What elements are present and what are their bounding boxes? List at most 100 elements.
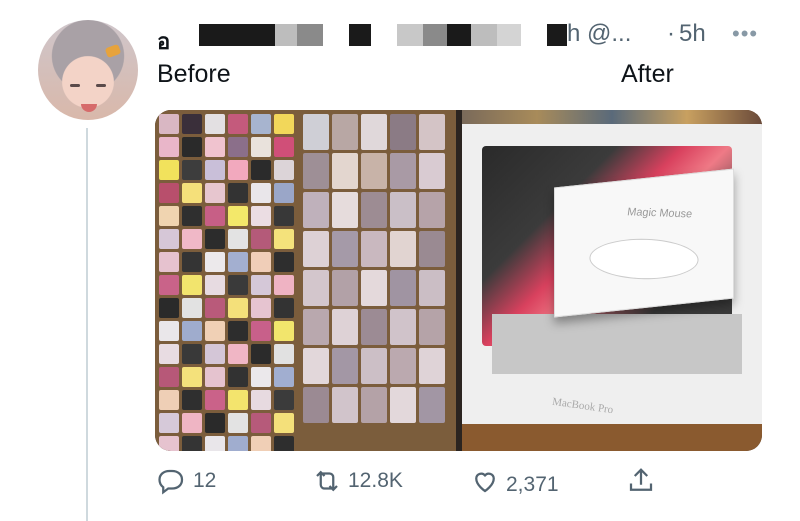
redacted-name-block [471,24,497,46]
photocard [361,270,387,306]
photocard [419,270,445,306]
retweet-count: 12.8K [348,469,403,492]
photocard [159,252,179,272]
photocard [419,114,445,150]
photocard [205,298,225,318]
photocard [251,183,271,203]
photocard [182,183,202,203]
photocard [205,160,225,180]
photocard [228,298,248,318]
photocard [419,348,445,384]
photocard [251,114,271,134]
photocard [303,153,329,189]
photocard [228,206,248,226]
photocard [274,114,294,134]
more-horizontal-icon[interactable]: ••• [732,23,758,45]
tweet-text-before: Before [157,60,231,88]
photocard [182,275,202,295]
photocard [182,206,202,226]
photocard [182,229,202,249]
share-button[interactable] [626,466,656,496]
photocard [159,344,179,364]
media-photo-before[interactable] [155,110,456,451]
like-button[interactable]: 2,371 [470,466,559,496]
redacted-name-block [447,24,471,46]
photocard [205,344,225,364]
photocard [159,298,179,318]
macbook-box-label: MacBook Pro [551,395,614,417]
photocard [228,413,248,433]
photocard [205,321,225,341]
photocard [182,413,202,433]
photocard [251,160,271,180]
photocard [182,252,202,272]
photocard [251,298,271,318]
photocard [228,137,248,157]
photocard [182,390,202,410]
photocard [228,321,248,341]
photocard [274,183,294,203]
photocard [182,436,202,451]
photocard-collection-right [303,114,445,423]
photocard [159,183,179,203]
photocard [182,367,202,387]
time-dot: · [667,20,675,47]
photocard [303,192,329,228]
photocard [361,231,387,267]
photocard [205,137,225,157]
photocard [332,153,358,189]
photocard [303,387,329,423]
tweet-time[interactable]: 5h [679,20,706,48]
retweet-icon [316,470,338,492]
photocard [303,114,329,150]
author-name[interactable]: อ [157,24,170,59]
photocard [274,436,294,451]
photocard [390,153,416,189]
photocard-collection-left [159,114,294,451]
photocard [361,192,387,228]
photocard [159,390,179,410]
photocard [303,348,329,384]
photocard [205,229,225,249]
photocard [228,114,248,134]
redacted-name-block [297,24,323,46]
tweet-header: อ h @... · 5h [157,20,767,54]
photocard [419,192,445,228]
photocard [205,114,225,134]
macbook-box: Magic Mouse MacBook Pro [462,124,762,424]
photocard [159,367,179,387]
tweet-actions: 12 12.8K 2,371 [0,466,800,506]
tweet-media[interactable]: Magic Mouse MacBook Pro [155,110,762,451]
avatar-hairpin [104,43,122,59]
photocard [205,390,225,410]
photocard [205,413,225,433]
photocard [251,137,271,157]
photocard [274,344,294,364]
magic-mouse-box: Magic Mouse [554,168,734,318]
photocard [205,206,225,226]
photocard [361,309,387,345]
photocard [251,321,271,341]
photocard [251,252,271,272]
photocard [159,275,179,295]
avatar[interactable] [38,20,138,120]
photocard [390,270,416,306]
photocard [303,309,329,345]
photocard [274,298,294,318]
photocard [228,275,248,295]
retweet-button[interactable]: 12.8K [312,466,403,496]
reply-button[interactable]: 12 [157,466,216,496]
photocard [182,160,202,180]
media-photo-after[interactable]: Magic Mouse MacBook Pro [462,110,762,451]
photocard [228,436,248,451]
photocard [274,137,294,157]
photocard [419,309,445,345]
redacted-name-block [397,24,423,46]
photocard [390,192,416,228]
photocard [182,344,202,364]
photocard [303,231,329,267]
avatar-eye [96,84,106,87]
photocard [251,436,271,451]
photocard [182,321,202,341]
author-handle[interactable]: h @... [567,20,631,48]
